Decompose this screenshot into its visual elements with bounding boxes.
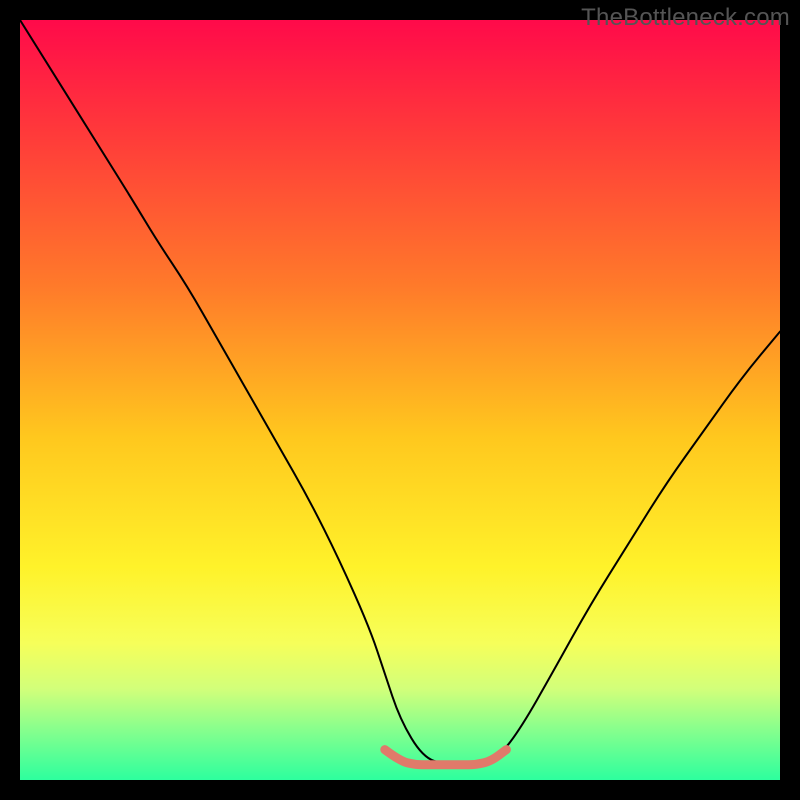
chart-frame: TheBottleneck.com [0,0,800,800]
plot-area [20,20,780,780]
curve-layer [20,20,780,780]
bottleneck-curve [20,20,780,765]
optimal-zone [385,750,507,765]
watermark-text: TheBottleneck.com [581,4,790,32]
